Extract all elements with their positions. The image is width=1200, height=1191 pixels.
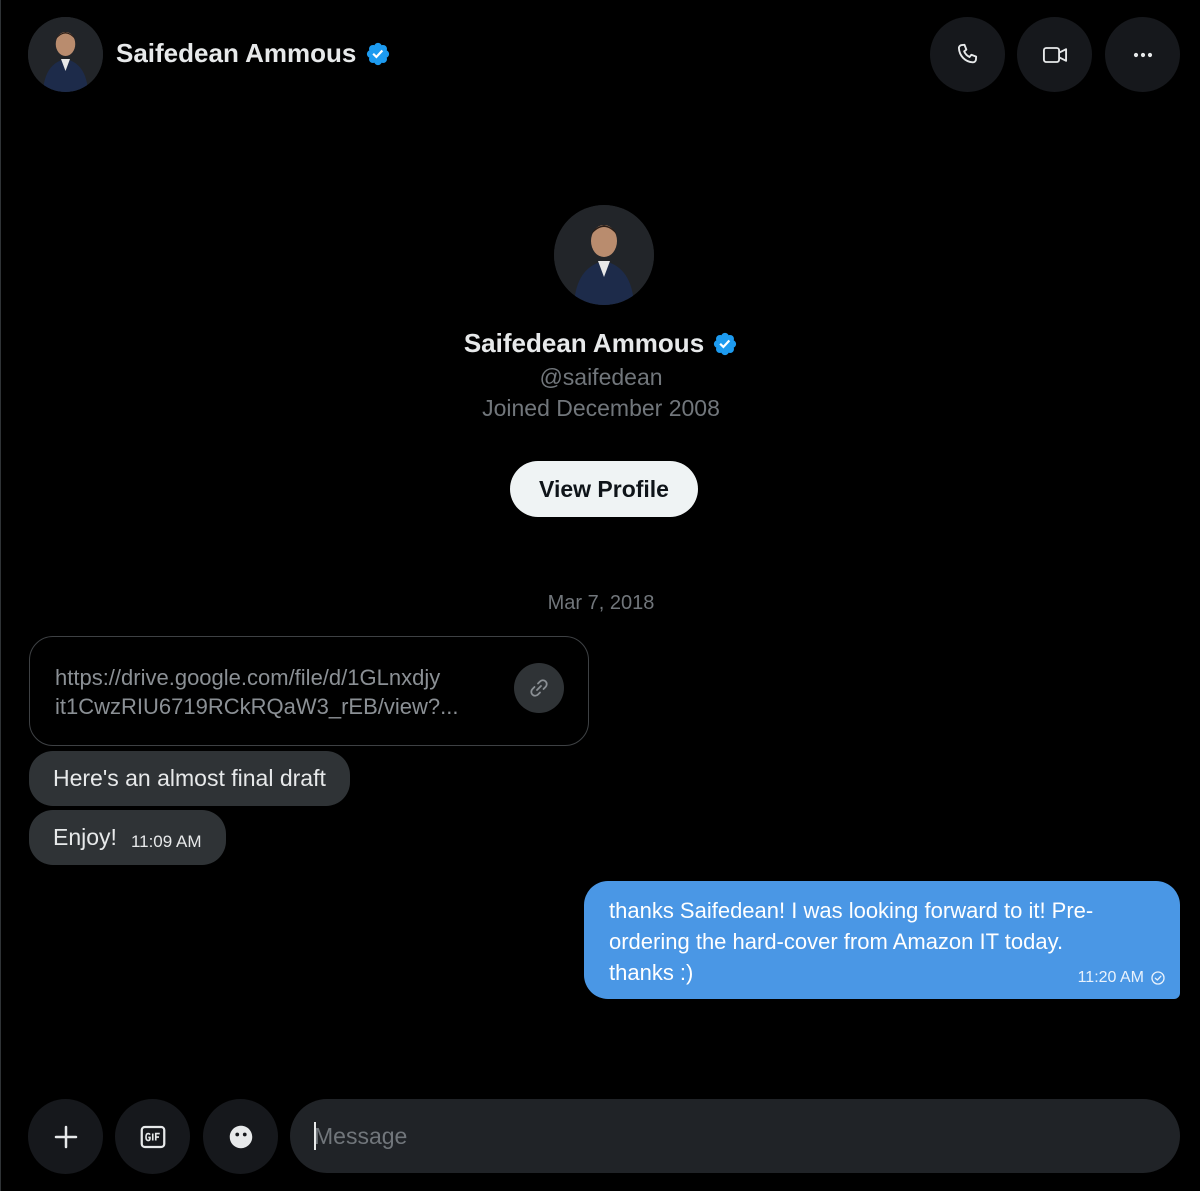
message-timestamp: 11:20 AM — [1077, 969, 1144, 986]
call-button[interactable] — [930, 17, 1005, 92]
profile-name-text: Saifedean Ammous — [463, 328, 705, 358]
link-url[interactable]: https://drive.google.com/file/d/1GLnxdjy… — [55, 663, 495, 721]
date-separator: Mar 7, 2018 — [547, 592, 655, 614]
verified-badge-icon — [712, 331, 738, 357]
profile-name: Saifedean Ammous — [1, 328, 1200, 359]
gif-button[interactable] — [115, 1099, 190, 1174]
outgoing-message[interactable]: thanks Saifedean! I was looking forward … — [584, 881, 1180, 999]
message-line-2: ordering the hard-cover from Amazon IT t… — [609, 929, 1064, 954]
verified-badge-icon — [365, 41, 391, 67]
emoji-button[interactable] — [203, 1099, 278, 1174]
incoming-message[interactable]: Here's an almost final draft — [29, 751, 350, 806]
video-icon — [1042, 46, 1067, 63]
more-options-button[interactable] — [1105, 17, 1180, 92]
dm-window: Saifedean Ammous Saifedean Ammous @saife… — [0, 0, 1200, 1191]
profile-joined-date: Joined December 2008 — [482, 395, 720, 421]
link-url-line-1: https://drive.google.com/file/d/1GLnxdjy — [55, 665, 441, 690]
message-text: thanks Saifedean! I was looking forward … — [609, 895, 1155, 988]
message-input[interactable] — [314, 1122, 1134, 1150]
message-text: Enjoy! — [53, 824, 117, 850]
open-link-button[interactable] — [514, 663, 564, 713]
gif-icon — [140, 1125, 165, 1148]
link-url-line-2: it1CwzRIU6719RCkRQaW3_rEB/view?... — [55, 694, 459, 719]
phone-icon — [957, 43, 977, 63]
header-avatar[interactable] — [28, 17, 103, 92]
header-name-text: Saifedean Ammous — [116, 38, 357, 68]
view-profile-button[interactable]: View Profile — [510, 461, 698, 517]
profile-avatar[interactable] — [554, 205, 654, 305]
message-timestamp: 11:09 AM — [130, 831, 202, 851]
profile-handle: @saifedean — [539, 364, 663, 390]
emoji-icon — [229, 1125, 252, 1148]
message-text: Here's an almost final draft — [53, 765, 326, 791]
link-preview-message[interactable]: https://drive.google.com/file/d/1GLnxdjy… — [29, 636, 589, 746]
message-meta: 11:20 AM — [1078, 969, 1166, 987]
sent-check-icon — [1151, 971, 1165, 985]
header-contact-name[interactable]: Saifedean Ammous — [116, 38, 391, 69]
video-call-button[interactable] — [1017, 17, 1092, 92]
message-line-3: thanks :) — [609, 960, 694, 985]
message-line-1: thanks Saifedean! I was looking forward … — [609, 898, 1094, 923]
more-icon — [1133, 52, 1152, 57]
link-icon — [530, 679, 548, 697]
add-icon — [54, 1125, 77, 1148]
add-attachment-button[interactable] — [28, 1099, 103, 1174]
message-composer[interactable] — [290, 1099, 1180, 1173]
incoming-message[interactable]: Enjoy! 11:09 AM — [29, 810, 226, 865]
text-caret — [314, 1122, 316, 1150]
